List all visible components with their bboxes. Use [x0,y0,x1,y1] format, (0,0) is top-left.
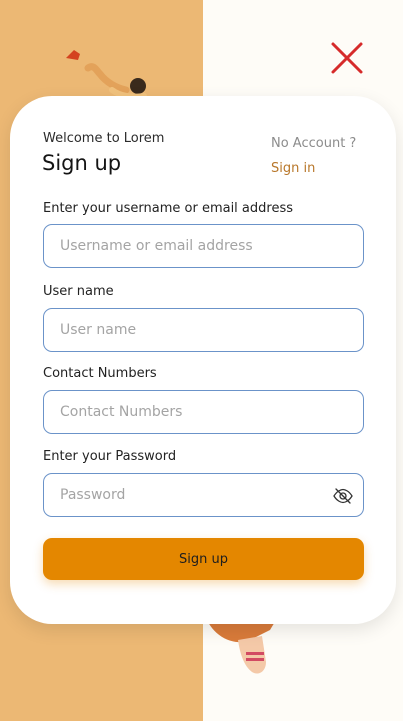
contact-label: Contact Numbers [43,366,157,381]
figure-illustration-top [66,50,147,100]
signup-button[interactable]: Sign up [43,538,364,580]
close-button[interactable] [328,40,366,76]
email-label: Enter your username or email address [43,201,294,216]
page-title: Sign up [42,151,122,175]
email-field-wrapper [43,224,364,268]
username-label: User name [43,284,114,299]
username-field-wrapper [43,308,364,352]
password-label: Enter your Password [43,449,177,464]
password-field-wrapper [43,473,364,517]
eye-icon[interactable] [333,487,353,505]
password-field[interactable] [44,474,363,516]
welcome-text: Welcome to Lorem [43,131,165,146]
email-field[interactable] [44,225,363,267]
no-account-text: No Account ? [271,136,357,151]
sign-in-link[interactable]: Sign in [271,161,315,176]
contact-field-wrapper [43,390,364,434]
signup-card: Welcome to Lorem Sign up No Account ? Si… [10,96,396,624]
username-field[interactable] [44,309,363,351]
close-icon [331,42,363,74]
contact-field[interactable] [44,391,363,433]
